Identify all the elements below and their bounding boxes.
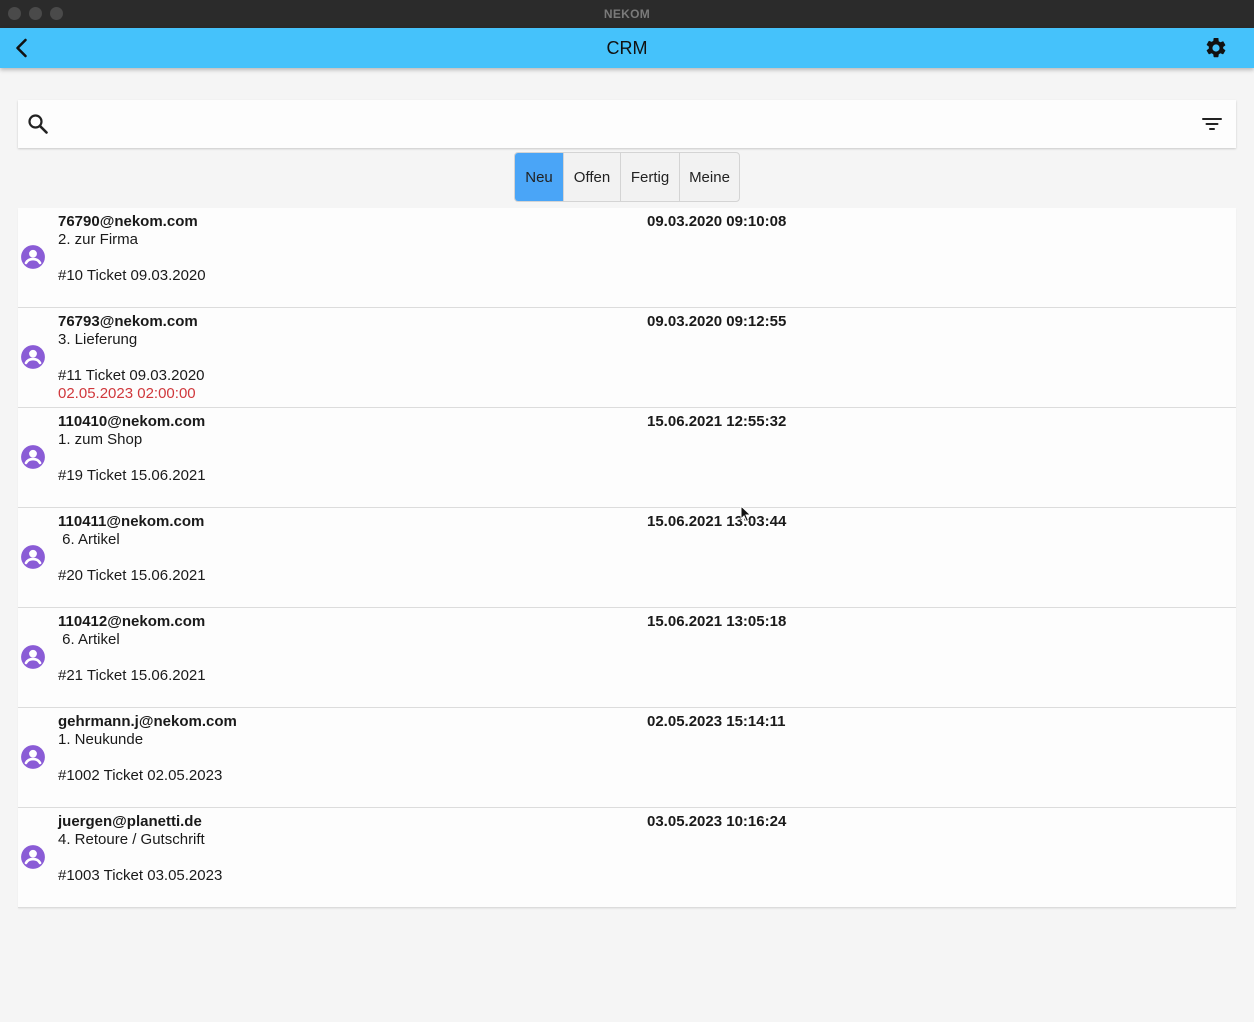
- filter-icon[interactable]: [1200, 112, 1224, 136]
- ticket-row[interactable]: 110411@nekom.com 6. Artikel #20 Ticket 1…: [18, 508, 1236, 608]
- ticket-row[interactable]: 110410@nekom.com 1. zum Shop #19 Ticket …: [18, 408, 1236, 508]
- ticket-date: 15.06.2021 13:03:44: [647, 513, 787, 530]
- ticket-category: 1. Neukunde: [58, 731, 144, 748]
- account-circle-icon: [21, 245, 45, 269]
- ticket-row[interactable]: 76793@nekom.com 3. Lieferung #11 Ticket …: [18, 308, 1236, 408]
- ticket-date: 09.03.2020 09:10:08: [647, 213, 787, 230]
- account-circle-icon: [21, 345, 45, 369]
- tab-neu[interactable]: Neu: [515, 153, 564, 201]
- account-circle-icon: [21, 745, 45, 769]
- window-controls[interactable]: [8, 7, 63, 20]
- ticket-row[interactable]: 110412@nekom.com 6. Artikel #21 Ticket 1…: [18, 608, 1236, 708]
- gear-icon[interactable]: [1204, 36, 1228, 60]
- account-circle-icon: [21, 545, 45, 569]
- ticket-due-date: 02.05.2023 02:00:00: [58, 385, 196, 402]
- ticket-date: 15.06.2021 12:55:32: [647, 413, 787, 430]
- ticket-category: 1. zum Shop: [58, 431, 143, 448]
- ticket-email: gehrmann.j@nekom.com: [58, 713, 237, 730]
- close-window-button[interactable]: [8, 7, 21, 20]
- ticket-row[interactable]: gehrmann.j@nekom.com 1. Neukunde #1002 T…: [18, 708, 1236, 808]
- zoom-window-button[interactable]: [50, 7, 63, 20]
- account-circle-icon: [21, 445, 45, 469]
- ticket-category: 3. Lieferung: [58, 331, 138, 348]
- app-bar: CRM: [0, 28, 1254, 68]
- account-circle-icon: [21, 845, 45, 869]
- ticket-date: 09.03.2020 09:12:55: [647, 313, 787, 330]
- ticket-title: #19 Ticket 15.06.2021: [58, 467, 206, 484]
- window-titlebar: NEKOM: [0, 0, 1254, 28]
- mouse-pointer-icon: [740, 505, 752, 523]
- ticket-title: #21 Ticket 15.06.2021: [58, 667, 206, 684]
- ticket-title: #1003 Ticket 03.05.2023: [58, 867, 223, 884]
- ticket-row[interactable]: 76790@nekom.com 2. zur Firma #10 Ticket …: [18, 208, 1236, 308]
- ticket-row[interactable]: juergen@planetti.de 4. Retoure / Gutschr…: [18, 808, 1236, 908]
- ticket-date: 03.05.2023 10:16:24: [647, 813, 787, 830]
- search-input[interactable]: [66, 108, 1186, 140]
- minimize-window-button[interactable]: [29, 7, 42, 20]
- ticket-email: juergen@planetti.de: [58, 813, 202, 830]
- ticket-email: 76790@nekom.com: [58, 213, 198, 230]
- ticket-email: 110410@nekom.com: [58, 413, 206, 430]
- ticket-title: #10 Ticket 09.03.2020: [58, 267, 206, 284]
- search-bar: [18, 100, 1236, 148]
- ticket-category: 2. zur Firma: [58, 231, 139, 248]
- ticket-title: #1002 Ticket 02.05.2023: [58, 767, 223, 784]
- ticket-category: 6. Artikel: [58, 631, 120, 648]
- ticket-list: 76790@nekom.com 2. zur Firma #10 Ticket …: [18, 208, 1236, 908]
- ticket-date: 15.06.2021 13:05:18: [647, 613, 787, 630]
- window-title: NEKOM: [603, 7, 651, 21]
- account-circle-icon: [21, 645, 45, 669]
- ticket-title: #20 Ticket 15.06.2021: [58, 567, 206, 584]
- ticket-email: 110411@nekom.com: [58, 513, 205, 530]
- tab-meine[interactable]: Meine: [680, 153, 739, 201]
- search-icon: [28, 114, 48, 134]
- back-arrow-icon[interactable]: [10, 36, 34, 60]
- ticket-email: 110412@nekom.com: [58, 613, 206, 630]
- ticket-email: 76793@nekom.com: [58, 313, 198, 330]
- ticket-title: #11 Ticket 09.03.2020: [58, 367, 205, 384]
- ticket-category: 4. Retoure / Gutschrift: [58, 831, 205, 848]
- ticket-category: 6. Artikel: [58, 531, 120, 548]
- page-title: CRM: [606, 37, 648, 58]
- tab-offen[interactable]: Offen: [564, 153, 621, 201]
- ticket-date: 02.05.2023 15:14:11: [647, 713, 786, 730]
- tab-fertig[interactable]: Fertig: [621, 153, 680, 201]
- status-tabs: Neu Offen Fertig Meine: [514, 152, 740, 202]
